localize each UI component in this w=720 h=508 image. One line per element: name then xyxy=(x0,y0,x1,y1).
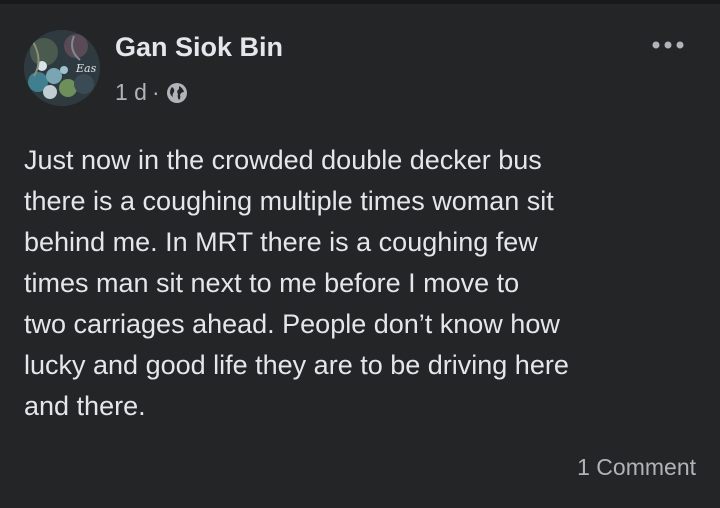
avatar-script-text: Eas xyxy=(75,62,97,75)
post-text-line: there is a coughing multiple times woman… xyxy=(24,186,554,216)
avatar-image: Eas xyxy=(24,30,100,106)
post-meta: 1 d · xyxy=(115,79,188,106)
comment-count-link[interactable]: 1 Comment xyxy=(577,454,696,481)
post-text-line: two carriages ahead. People don’t know h… xyxy=(24,309,560,339)
meta-separator: · xyxy=(151,79,160,105)
post-text-line: times man sit next to me before I move t… xyxy=(24,268,520,298)
post-text-line: and there. xyxy=(24,391,146,421)
more-options-icon xyxy=(652,41,684,49)
post-timestamp[interactable]: 1 d xyxy=(115,79,147,106)
author-name[interactable]: Gan Siok Bin xyxy=(115,32,283,63)
post-text-line: lucky and good life they are to be drivi… xyxy=(24,350,569,380)
post-body: Just now in the crowded double decker bu… xyxy=(24,140,704,427)
post-text-line: behind me. In MRT there is a coughing fe… xyxy=(24,227,538,257)
post-text-line: Just now in the crowded double decker bu… xyxy=(24,145,542,175)
author-avatar[interactable]: Eas xyxy=(24,30,100,106)
more-options-button[interactable] xyxy=(646,32,690,58)
post-card: Eas Gan Siok Bin 1 d · Just now in the c… xyxy=(0,4,720,508)
globe-icon[interactable] xyxy=(166,82,188,104)
